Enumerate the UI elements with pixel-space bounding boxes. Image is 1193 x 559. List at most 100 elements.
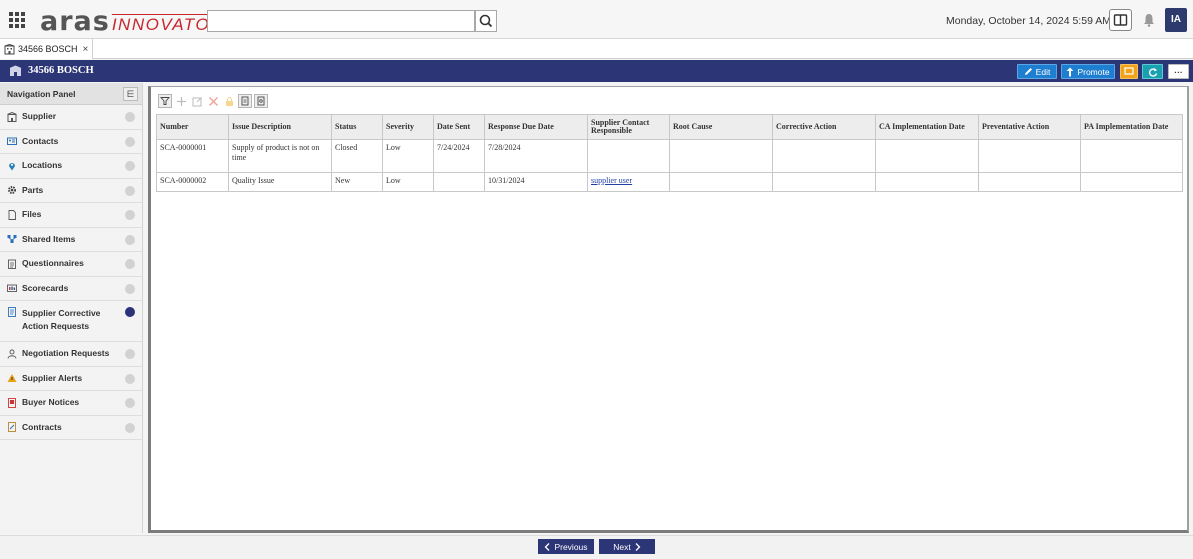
- cell-root-cause: [669, 139, 773, 173]
- nav-item-locations[interactable]: Locations: [0, 154, 142, 179]
- comment-icon: [1124, 67, 1134, 75]
- pager-bar: Previous Next: [0, 535, 1193, 559]
- column-header[interactable]: Root Cause: [669, 114, 773, 140]
- grid-toolbar: [158, 94, 268, 108]
- navigation-panel-header: Navigation Panel ⋿: [0, 83, 142, 105]
- tab-34566-bosch[interactable]: 34566 BOSCH ×: [0, 39, 94, 59]
- reading-pane-button[interactable]: [1109, 9, 1132, 31]
- export-button[interactable]: [238, 94, 252, 108]
- cell-due-date: 7/28/2024: [484, 139, 588, 173]
- discussion-button[interactable]: [1120, 64, 1138, 79]
- column-header[interactable]: CA Implementation Date: [875, 114, 979, 140]
- previous-label: Previous: [554, 541, 588, 552]
- page-title: 34566 BOSCH: [28, 65, 94, 76]
- table-row[interactable]: SCA-0000001 Supply of product is not on …: [156, 139, 1183, 173]
- building-icon: [7, 111, 17, 122]
- shared-items-icon: [7, 235, 17, 244]
- search-button[interactable]: [475, 10, 497, 32]
- report-button[interactable]: [254, 94, 268, 108]
- nav-item-contacts[interactable]: Contacts: [0, 130, 142, 154]
- cell-issue: Quality Issue: [228, 172, 332, 192]
- column-header[interactable]: Supplier Contact Responsible: [587, 114, 670, 140]
- status-dot: [125, 422, 135, 433]
- filter-button[interactable]: [158, 94, 172, 108]
- user-avatar[interactable]: IA: [1165, 8, 1187, 32]
- contact-link[interactable]: supplier user: [591, 176, 632, 185]
- search-input[interactable]: [207, 10, 475, 32]
- cell-root-cause: [669, 172, 773, 192]
- cell-status: New: [331, 172, 383, 192]
- cell-preventative-action: [978, 139, 1081, 173]
- tab-close-icon[interactable]: ×: [83, 44, 89, 55]
- cell-pa-date: [1080, 172, 1183, 192]
- previous-button[interactable]: Previous: [538, 539, 594, 554]
- column-header[interactable]: Corrective Action: [772, 114, 876, 140]
- nav-item-contracts[interactable]: Contracts: [0, 416, 142, 440]
- column-header[interactable]: Severity: [382, 114, 434, 140]
- nav-item-files[interactable]: Files: [0, 203, 142, 228]
- column-header[interactable]: Status: [331, 114, 383, 140]
- promote-button[interactable]: Promote: [1061, 64, 1115, 79]
- nav-item-label: Contacts: [22, 135, 59, 146]
- building-icon: [4, 43, 15, 54]
- chevron-left-icon: [545, 542, 550, 551]
- scar-table: Number Issue Description Status Severity…: [156, 114, 1183, 192]
- nav-item-negotiation-requests[interactable]: Negotiation Requests: [0, 342, 142, 367]
- nav-item-scorecards[interactable]: Scorecards: [0, 277, 142, 301]
- nav-item-questionnaires[interactable]: Questionnaires: [0, 252, 142, 277]
- column-header[interactable]: Issue Description: [228, 114, 332, 140]
- column-header[interactable]: Response Due Date: [484, 114, 588, 140]
- column-header[interactable]: Date Sent: [433, 114, 485, 140]
- more-options-button[interactable]: ···: [1168, 64, 1189, 79]
- status-dot: [125, 161, 135, 171]
- nav-item-supplier-corrective-action-requests[interactable]: Supplier Corrective Action Requests: [0, 301, 142, 342]
- pencil-icon: [1024, 68, 1032, 75]
- refresh-icon: [1148, 67, 1157, 77]
- refresh-button[interactable]: [1142, 64, 1163, 79]
- edit-row-button[interactable]: [190, 94, 204, 108]
- file-icon: [8, 209, 16, 220]
- report-icon: [257, 96, 265, 106]
- document-icon: [241, 96, 249, 106]
- notifications-button[interactable]: [1142, 12, 1156, 28]
- status-dot: [125, 259, 135, 269]
- table-row[interactable]: SCA-0000002 Quality Issue New Low 10/31/…: [156, 172, 1183, 192]
- supplier-building-icon: [9, 65, 22, 76]
- nav-item-label: Negotiation Requests: [22, 348, 110, 359]
- nav-item-shared-items[interactable]: Shared Items: [0, 228, 142, 252]
- column-header[interactable]: Preventative Action: [978, 114, 1081, 140]
- edit-label: Edit: [1035, 66, 1051, 77]
- next-button[interactable]: Next: [599, 539, 655, 554]
- column-header[interactable]: PA Implementation Date: [1080, 114, 1183, 140]
- contract-icon: [8, 422, 16, 433]
- nav-item-supplier[interactable]: Supplier: [0, 105, 142, 130]
- contact-card-icon: [7, 137, 17, 146]
- lock-button[interactable]: [222, 94, 236, 108]
- delete-row-button[interactable]: [206, 94, 220, 108]
- app-grid-icon[interactable]: [9, 12, 25, 28]
- collapse-panel-icon[interactable]: ⋿: [123, 87, 138, 101]
- filter-icon: [160, 97, 170, 105]
- nav-item-supplier-alerts[interactable]: Supplier Alerts: [0, 367, 142, 391]
- search-icon: [479, 14, 493, 28]
- nav-item-buyer-notices[interactable]: Buyer Notices: [0, 391, 142, 416]
- cell-corrective-action: [772, 139, 876, 173]
- cell-due-date: 10/31/2024: [484, 172, 588, 192]
- nav-item-label: Contracts: [22, 421, 62, 432]
- request-icon: [8, 307, 16, 317]
- cell-issue: Supply of product is not on time: [228, 139, 332, 173]
- status-dot: [125, 112, 135, 122]
- cell-contact: [587, 139, 670, 173]
- edit-button[interactable]: Edit: [1017, 64, 1057, 79]
- nav-item-parts[interactable]: Parts: [0, 179, 142, 203]
- column-header[interactable]: Number: [156, 114, 229, 140]
- add-row-button[interactable]: [174, 94, 188, 108]
- top-header: aras INNOVATOR Monday, October 14, 2024 5…: [0, 0, 1193, 39]
- clipboard-icon: [8, 259, 16, 269]
- status-dot: [125, 373, 135, 384]
- table-header-row: Number Issue Description Status Severity…: [156, 114, 1183, 140]
- cell-severity: Low: [382, 172, 434, 192]
- cell-pa-date: [1080, 139, 1183, 173]
- negotiation-icon: [7, 349, 17, 359]
- nav-item-label: Buyer Notices: [22, 397, 80, 408]
